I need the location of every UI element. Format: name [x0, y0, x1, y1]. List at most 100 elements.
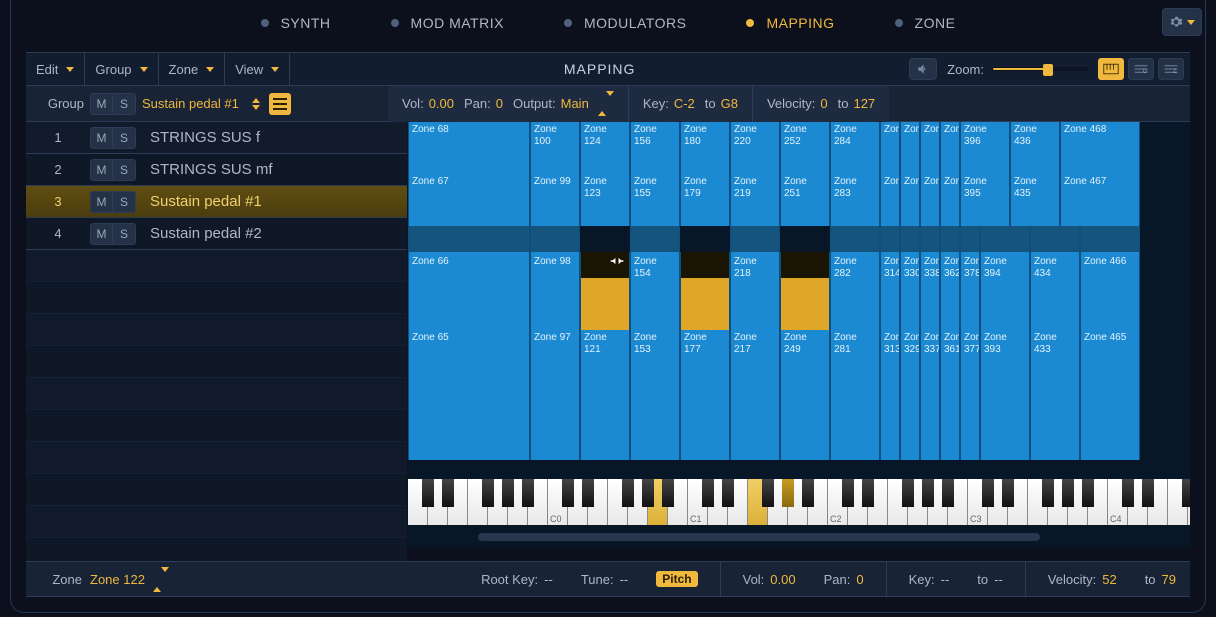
group-pan-value[interactable]: 0 [496, 96, 503, 111]
zone[interactable]: Zone3 [920, 174, 940, 226]
root-key-value[interactable]: -- [544, 572, 553, 587]
zone[interactable]: Zone 394 [980, 226, 1030, 330]
view-group-button[interactable]: G [1128, 58, 1154, 80]
zone[interactable]: Zone 67 [408, 174, 530, 226]
zone[interactable]: Zone 436 [1010, 122, 1060, 174]
nav-tab-mapping[interactable]: MAPPING [746, 15, 834, 31]
zone[interactable]: Zone 337 [920, 330, 940, 460]
group-list-icon[interactable] [269, 93, 291, 115]
zone[interactable]: Zone 250 [780, 252, 830, 330]
settings-menu[interactable] [1162, 8, 1202, 36]
zone[interactable]: Zone 284 [830, 122, 880, 174]
zone[interactable]: Zone 329 [900, 330, 920, 460]
menu-zone[interactable]: Zone [159, 52, 226, 86]
group-row[interactable]: 3MSSustain pedal #1 [26, 186, 407, 218]
zone[interactable]: Zone 468 [1060, 122, 1140, 174]
group-row[interactable]: 1MSSTRINGS SUS f [26, 122, 407, 154]
zone[interactable]: Zone 219 [730, 174, 780, 226]
zone[interactable]: Zone 155 [630, 174, 680, 226]
zone[interactable]: Zone 377 [960, 330, 980, 460]
group-row[interactable]: 2MSSTRINGS SUS mf [26, 154, 407, 186]
zone[interactable]: Zone 393 [980, 330, 1030, 460]
menu-view[interactable]: View [225, 52, 290, 86]
nav-tab-synth[interactable]: SYNTH [261, 15, 331, 31]
zone[interactable]: Zone 314 [880, 226, 900, 330]
zone[interactable]: Zone 65 [408, 330, 530, 460]
zone-stepper[interactable] [153, 572, 169, 587]
group-vel-high[interactable]: 127 [853, 96, 875, 111]
menu-edit[interactable]: Edit [26, 52, 85, 86]
zone[interactable]: Zone 178 [680, 252, 730, 330]
zone[interactable]: Zone 100 [530, 122, 580, 174]
menu-group[interactable]: Group [85, 52, 158, 86]
zone[interactable]: Zone3 [880, 122, 900, 174]
group-name[interactable]: Sustain pedal #1 [142, 96, 239, 111]
mute-button[interactable]: M [91, 192, 113, 212]
audition-toggle[interactable] [909, 58, 937, 80]
zone[interactable]: Zone 435 [1010, 174, 1060, 226]
mute-button[interactable]: M [91, 224, 113, 244]
zone[interactable]: Zone [900, 174, 920, 226]
mute-button[interactable]: M [91, 128, 113, 148]
group-mute-button[interactable]: M [91, 94, 113, 114]
zone[interactable]: Zone 98 [530, 226, 580, 330]
zoom-slider[interactable] [992, 67, 1088, 71]
zone-vel-high[interactable]: 79 [1162, 572, 1176, 587]
zone[interactable]: Zone 121 [580, 330, 630, 460]
zone[interactable]: Zone 217 [730, 330, 780, 460]
zone[interactable]: Zone 124 [580, 122, 630, 174]
zone[interactable]: Zone 154 [630, 226, 680, 330]
zone[interactable]: Zone 156 [630, 122, 680, 174]
zone[interactable]: Zone 218 [730, 226, 780, 330]
group-output-value[interactable]: Main [561, 96, 589, 111]
zone[interactable]: Zone 378 [960, 226, 980, 330]
zone[interactable]: Zone3 [920, 122, 940, 174]
zone[interactable]: Zone 434 [1030, 226, 1080, 330]
zone[interactable]: Zone 177 [680, 330, 730, 460]
zone[interactable]: Zone 395 [960, 174, 1010, 226]
zone-map[interactable]: Zone 68Zone 100Zone 124Zone 156Zone 180Z… [408, 122, 1190, 547]
zone[interactable]: Zone 283 [830, 174, 880, 226]
zone[interactable]: Zone 99 [530, 174, 580, 226]
zone[interactable]: Zone [940, 122, 960, 174]
zone[interactable]: Zone 282 [830, 226, 880, 330]
nav-tab-zone[interactable]: ZONE [895, 15, 956, 31]
zone[interactable]: Zone 281 [830, 330, 880, 460]
zone[interactable]: Zone [940, 174, 960, 226]
solo-button[interactable]: S [113, 128, 135, 148]
view-zone-button[interactable]: Z [1158, 58, 1184, 80]
zone-key-high[interactable]: -- [994, 572, 1003, 587]
zone[interactable]: Zone 180 [680, 122, 730, 174]
zone[interactable]: Zone 338 [920, 226, 940, 330]
zone[interactable]: Zone 467 [1060, 174, 1140, 226]
zone[interactable]: Zone 433 [1030, 330, 1080, 460]
tune-value[interactable]: -- [620, 572, 629, 587]
zone-key-low[interactable]: -- [941, 572, 950, 587]
zone[interactable]: Zone 361 [940, 330, 960, 460]
group-key-low[interactable]: C-2 [674, 96, 695, 111]
group-row[interactable]: 4MSSustain pedal #2 [26, 218, 407, 250]
keyboard[interactable]: C0C1C2C3C4 [408, 479, 1190, 525]
zone-name[interactable]: Zone 122 [90, 572, 145, 587]
view-keymap-button[interactable] [1098, 58, 1124, 80]
zone[interactable]: Zone 251 [780, 174, 830, 226]
zone[interactable]: Zone 466 [1080, 226, 1140, 330]
zone[interactable]: Zone 252 [780, 122, 830, 174]
zone[interactable]: Zone 249 [780, 330, 830, 460]
group-vol-value[interactable]: 0.00 [429, 96, 454, 111]
group-stepper[interactable] [249, 98, 263, 110]
zone[interactable]: Zone 330 [900, 226, 920, 330]
zone[interactable]: Zone 68 [408, 122, 530, 174]
zone-vel-low[interactable]: 52 [1102, 572, 1116, 587]
group-key-high[interactable]: G8 [721, 96, 738, 111]
zone-vol-value[interactable]: 0.00 [770, 572, 795, 587]
zone[interactable]: Zone 122 [580, 252, 630, 330]
solo-button[interactable]: S [113, 160, 135, 180]
nav-tab-modulators[interactable]: MODULATORS [564, 15, 687, 31]
zone[interactable]: Zone 66 [408, 226, 530, 330]
zone[interactable]: Zone3 [880, 174, 900, 226]
zone[interactable]: Zone 153 [630, 330, 680, 460]
solo-button[interactable]: S [113, 192, 135, 212]
zone[interactable]: Zone [900, 122, 920, 174]
zone[interactable]: Zone 97 [530, 330, 580, 460]
